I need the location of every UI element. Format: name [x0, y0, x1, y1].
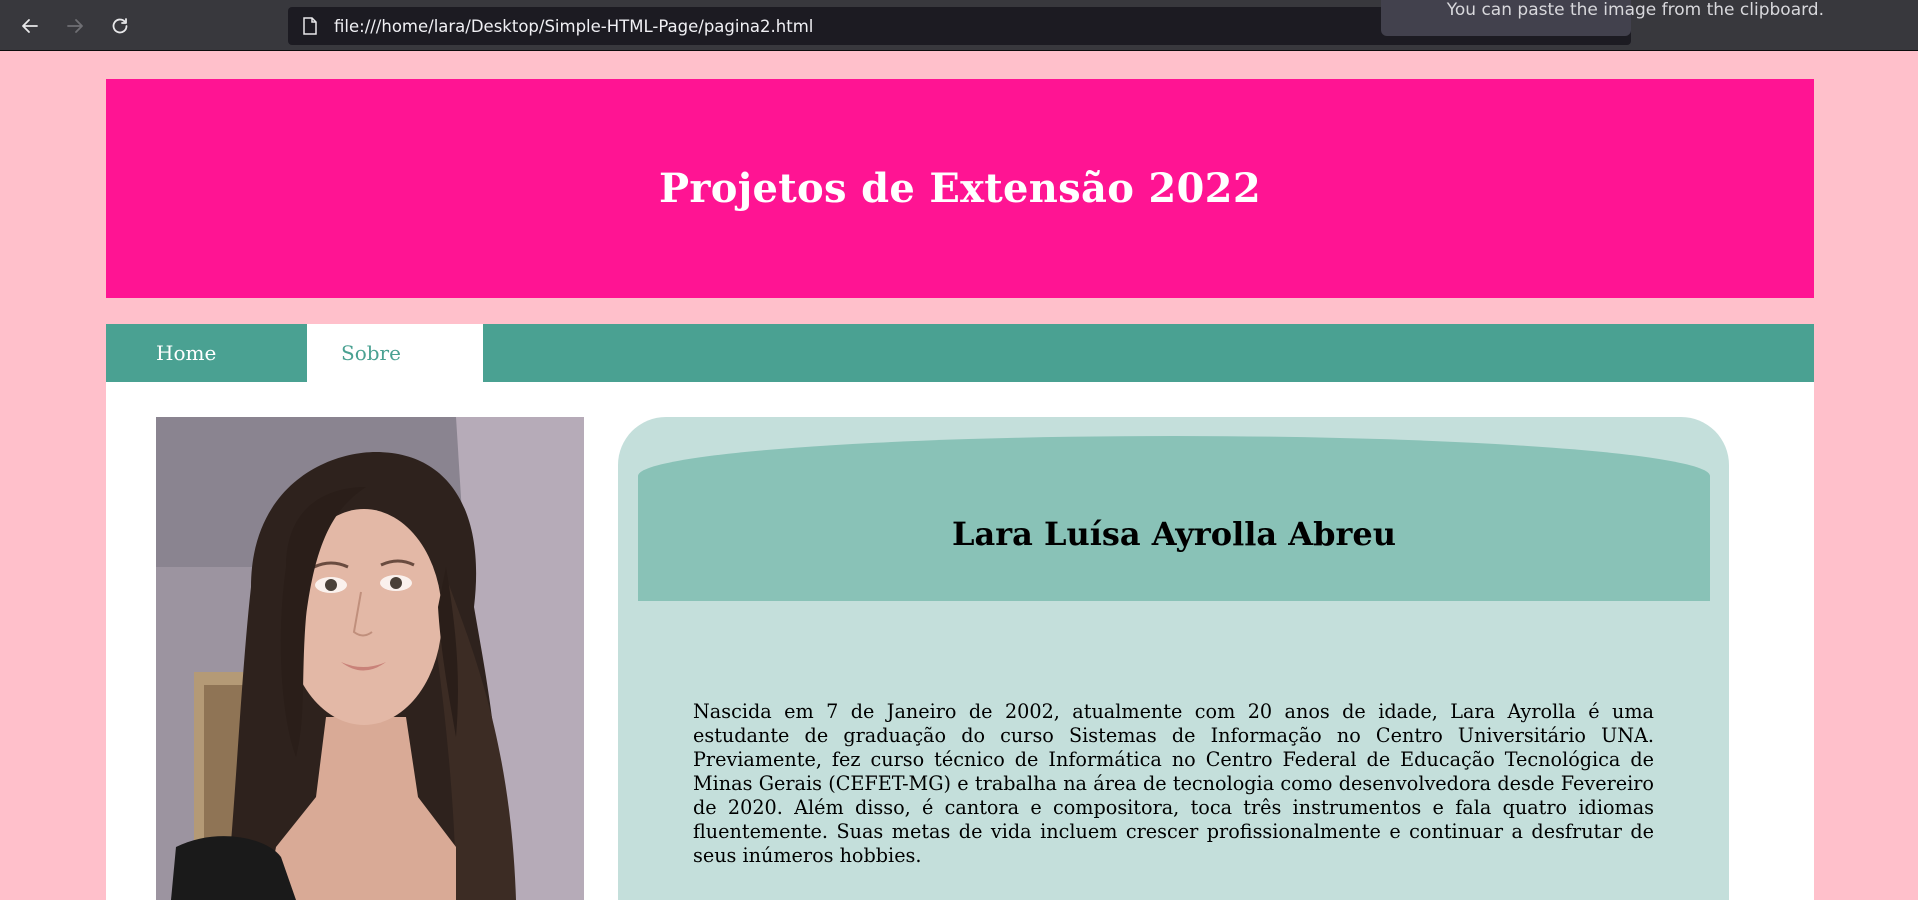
profile-photo: [156, 417, 584, 900]
nav-link-home[interactable]: Home: [106, 324, 306, 382]
forward-button[interactable]: [55, 10, 95, 42]
page-header: Projetos de Extensão 2022: [106, 79, 1814, 298]
page-icon: [303, 17, 317, 35]
arrow-left-icon: [22, 19, 38, 33]
arrow-right-icon: [67, 19, 83, 33]
nav-link-sobre[interactable]: Sobre: [306, 324, 484, 382]
back-button[interactable]: [10, 10, 50, 42]
browser-toolbar: You can paste the image from the clipboa…: [0, 0, 1918, 51]
main-content: Lara Luísa Ayrolla Abreu Nascida em 7 de…: [106, 382, 1814, 900]
reload-icon: [112, 18, 128, 34]
paste-tooltip: You can paste the image from the clipboa…: [1381, 0, 1824, 36]
profile-name: Lara Luísa Ayrolla Abreu: [952, 514, 1396, 553]
profile-bio: Nascida em 7 de Janeiro de 2002, atualme…: [693, 700, 1654, 867]
portrait-image: [156, 417, 584, 900]
reload-button[interactable]: [100, 10, 140, 42]
profile-card-header: Lara Luísa Ayrolla Abreu: [638, 436, 1710, 601]
main-nav: Home Sobre: [106, 324, 1814, 382]
page-title: Projetos de Extensão 2022: [659, 165, 1261, 212]
tooltip-text: You can paste the image from the clipboa…: [1446, 0, 1824, 20]
profile-card: Lara Luísa Ayrolla Abreu Nascida em 7 de…: [618, 417, 1729, 900]
url-input[interactable]: [332, 15, 1436, 37]
